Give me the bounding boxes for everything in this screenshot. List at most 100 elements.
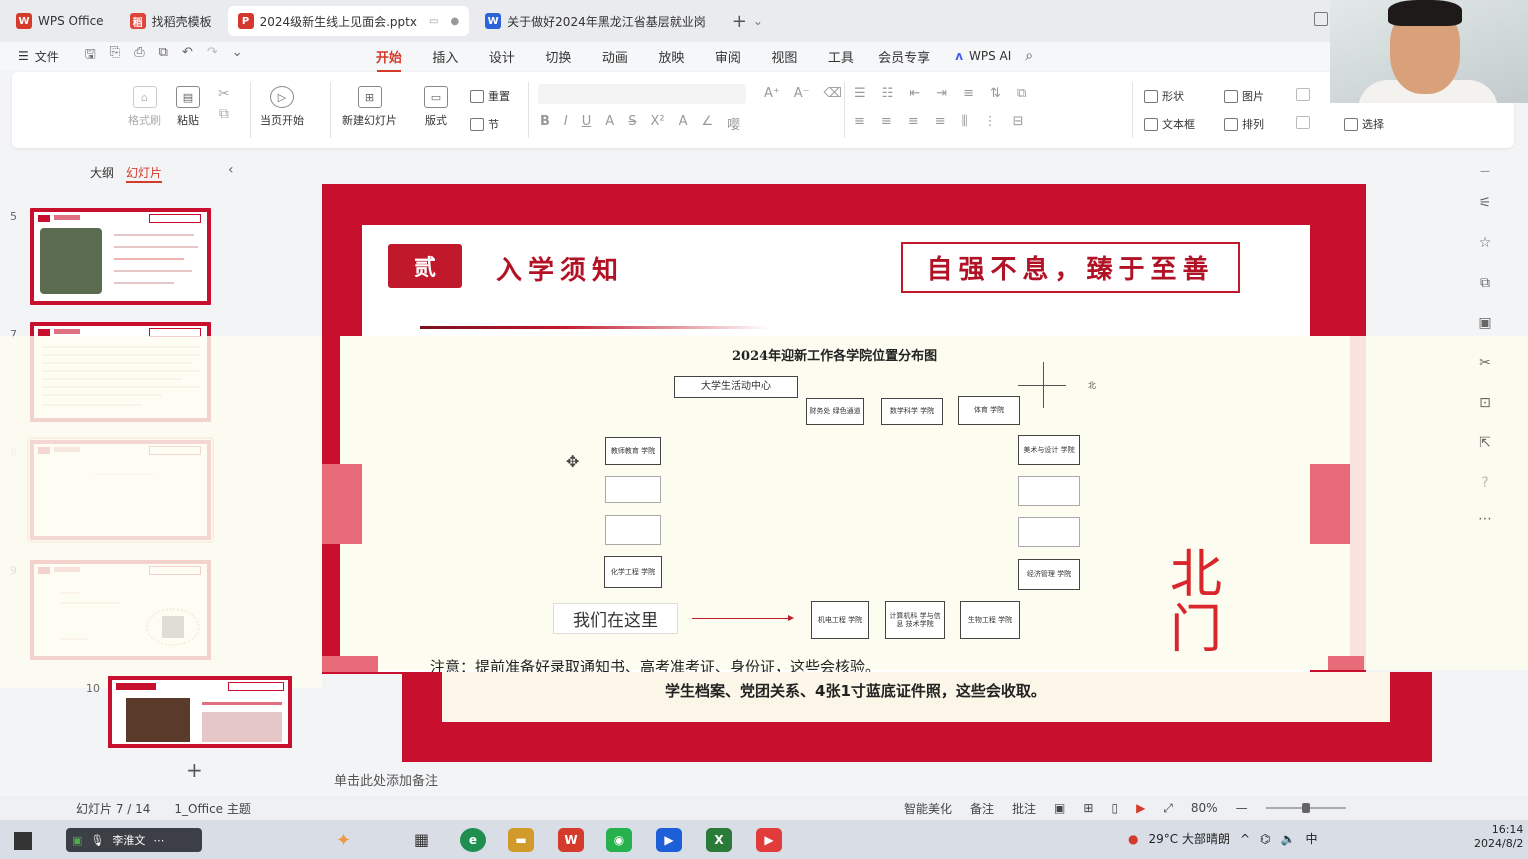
- sparkle-icon[interactable]: ✦: [336, 830, 351, 851]
- fit-icon[interactable]: ⤢: [1163, 801, 1173, 816]
- tab-design[interactable]: 设计: [474, 47, 531, 66]
- clock[interactable]: 16:14 2024/8/2: [1474, 823, 1523, 852]
- cut-button[interactable]: ✂ ⧉: [218, 86, 230, 122]
- grow-font-icon[interactable]: A⁺: [764, 86, 780, 101]
- start-icon[interactable]: [14, 832, 32, 850]
- slide-thumbnail[interactable]: [108, 676, 292, 748]
- zoom-out-icon[interactable]: —: [1236, 801, 1248, 815]
- reading-view-icon[interactable]: ▯: [1111, 801, 1118, 815]
- volume-icon[interactable]: 🔈: [1281, 832, 1296, 846]
- copy-icon[interactable]: ⧉: [219, 106, 229, 122]
- tab-view[interactable]: 视图: [756, 47, 813, 66]
- select-button[interactable]: 选择: [1344, 116, 1384, 132]
- clear-format-icon[interactable]: ⌫: [824, 86, 842, 101]
- slideshow-icon[interactable]: ▶: [1136, 801, 1145, 815]
- tab-template[interactable]: 稻 找稻壳模板: [120, 6, 222, 36]
- text-direction-icon[interactable]: ⇅: [990, 86, 1001, 101]
- print-icon[interactable]: ⎙: [134, 45, 144, 67]
- collapse-icon[interactable]: —: [1476, 162, 1494, 180]
- increase-indent-icon[interactable]: ⇥: [936, 86, 947, 101]
- export-icon[interactable]: ⇱: [1476, 434, 1494, 452]
- convert-icon[interactable]: ⧉: [1017, 86, 1026, 101]
- tab-outline[interactable]: 大纲: [90, 164, 114, 183]
- tab-doc[interactable]: W 关于做好2024年黑龙江省基层就业岗: [475, 6, 716, 36]
- undo-icon[interactable]: ↶: [182, 45, 193, 67]
- monitor-icon[interactable]: ▭: [429, 16, 438, 27]
- tab-animation[interactable]: 动画: [587, 47, 644, 66]
- numbering-icon[interactable]: ☷: [882, 86, 894, 101]
- restore-window-icon[interactable]: [1314, 12, 1328, 26]
- wps-taskbar-icon[interactable]: W: [558, 828, 584, 852]
- copy-icon[interactable]: ⧉: [1476, 274, 1494, 292]
- new-tab-icon[interactable]: +: [732, 11, 747, 32]
- book-icon[interactable]: ⊡: [1476, 394, 1494, 412]
- settings-sliders-icon[interactable]: ⚟: [1476, 194, 1494, 212]
- align-left-icon[interactable]: ≡: [854, 114, 865, 129]
- tab-tools[interactable]: 工具: [813, 47, 870, 66]
- highlight-icon[interactable]: ∠: [701, 114, 713, 133]
- folder-icon[interactable]: ▬: [508, 828, 534, 852]
- collapse-panel-icon[interactable]: ‹: [228, 162, 234, 178]
- align-center-icon[interactable]: ≡: [881, 114, 892, 129]
- arrange-button[interactable]: 排列: [1224, 116, 1264, 132]
- italic-icon[interactable]: I: [564, 114, 568, 133]
- tab-insert[interactable]: 插入: [417, 47, 474, 66]
- align-right-icon[interactable]: ≡: [908, 114, 919, 129]
- superscript-icon[interactable]: X²: [650, 114, 664, 133]
- notes-field[interactable]: 单击此处添加备注: [322, 766, 1528, 792]
- edge-icon[interactable]: e: [460, 828, 486, 852]
- export-icon[interactable]: ⎘: [110, 45, 120, 67]
- zoom-slider[interactable]: [1265, 803, 1346, 813]
- weather-text[interactable]: 29°C 大部晴朗: [1148, 830, 1229, 847]
- chevron-down-icon[interactable]: ⌄: [232, 45, 243, 67]
- print-preview-icon[interactable]: ⧉: [159, 45, 168, 67]
- video-taskbar-icon[interactable]: ▶: [756, 828, 782, 852]
- app-taskbar-icon[interactable]: ▶: [656, 828, 682, 852]
- tab-slideshow[interactable]: 放映: [643, 47, 700, 66]
- star-icon[interactable]: ☆: [1476, 234, 1494, 252]
- ime-mode[interactable]: 中: [1305, 830, 1317, 847]
- redo-icon[interactable]: ↷: [207, 45, 218, 67]
- picture-button[interactable]: 图片: [1224, 88, 1264, 104]
- ime-input-bar[interactable]: ▣ 🎙 李淮文 ⋯: [66, 828, 202, 852]
- shrink-font-icon[interactable]: A⁻: [794, 86, 810, 101]
- bullets-icon[interactable]: ☰: [854, 86, 866, 101]
- zoom-level[interactable]: 80%: [1191, 801, 1218, 815]
- tab-review[interactable]: 审阅: [700, 47, 757, 66]
- task-view-icon[interactable]: ▦: [414, 830, 429, 849]
- file-menu[interactable]: ☰ 文件: [18, 48, 59, 65]
- image-icon[interactable]: ▣: [1476, 314, 1494, 332]
- chevron-down-icon[interactable]: ⌄: [753, 14, 763, 28]
- tab-wps-office[interactable]: W WPS Office: [6, 6, 114, 36]
- grid-view-icon[interactable]: ⊞: [1083, 801, 1093, 815]
- bold-icon[interactable]: B: [540, 114, 550, 133]
- strike-icon[interactable]: A: [605, 114, 614, 133]
- columns-icon[interactable]: ⫼: [962, 114, 968, 129]
- format-painter-button[interactable]: ⌂ 格式刷: [128, 86, 161, 128]
- distribute-icon[interactable]: ⋮: [984, 114, 997, 129]
- tools-icon[interactable]: ✂: [1476, 354, 1494, 372]
- fill-button[interactable]: [1296, 88, 1310, 101]
- excel-taskbar-icon[interactable]: X: [706, 828, 732, 852]
- font-name-select[interactable]: [538, 84, 746, 104]
- help-icon[interactable]: ?: [1476, 474, 1494, 492]
- char-spacing-icon[interactable]: 嘤: [727, 114, 740, 133]
- notes-toggle[interactable]: 备注: [970, 800, 994, 817]
- beautify-button[interactable]: 智能美化: [904, 800, 952, 817]
- textbox-button[interactable]: 文本框: [1144, 116, 1195, 132]
- section-button[interactable]: 节: [470, 116, 499, 132]
- shape-button[interactable]: 形状: [1144, 88, 1184, 104]
- add-slide-icon[interactable]: +: [186, 758, 203, 782]
- underline-icon[interactable]: U: [582, 114, 592, 133]
- outline-button[interactable]: [1296, 116, 1310, 129]
- comments-toggle[interactable]: 批注: [1012, 800, 1036, 817]
- play-from-current-button[interactable]: ▷ 当页开始: [260, 86, 304, 128]
- network-icon[interactable]: ⌬: [1260, 832, 1270, 846]
- tab-slides[interactable]: 幻灯片: [126, 164, 163, 183]
- decrease-indent-icon[interactable]: ⇤: [909, 86, 920, 101]
- wps-ai-button[interactable]: ᴧ WPS AI ⌕: [955, 48, 1033, 64]
- save-icon[interactable]: 🖫: [85, 45, 96, 67]
- tab-transition[interactable]: 切换: [530, 47, 587, 66]
- strikethrough-icon[interactable]: S: [628, 114, 636, 133]
- paste-button[interactable]: ▤ 粘贴: [176, 86, 200, 128]
